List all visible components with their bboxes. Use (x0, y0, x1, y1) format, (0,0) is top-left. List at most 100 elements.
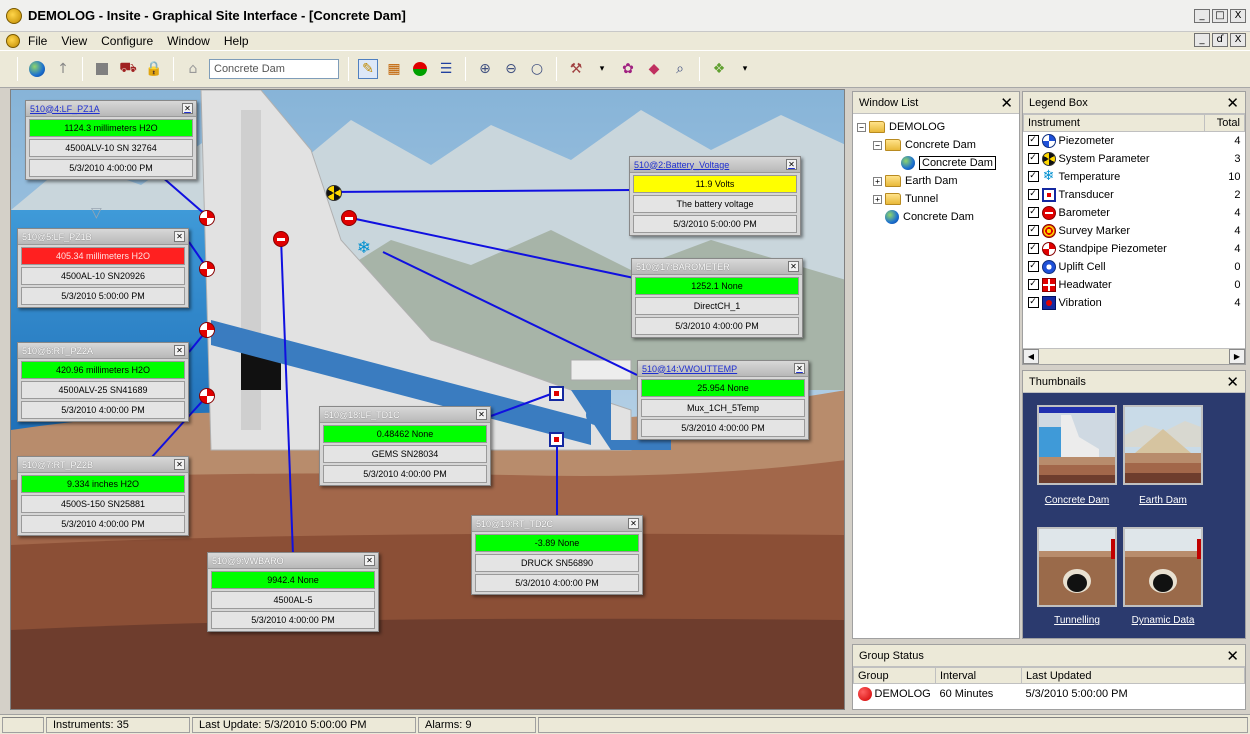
close-icon[interactable]: ✕ (628, 518, 639, 529)
legend-checkbox[interactable]: ✓ (1027, 225, 1039, 236)
close-icon[interactable]: ✕ (1226, 95, 1239, 110)
collapse-icon[interactable]: − (873, 140, 882, 150)
zoom-icon[interactable]: ○ (527, 59, 547, 79)
legend-checkbox[interactable]: ✓ (1027, 171, 1039, 182)
tree-item-concrete-dam-window[interactable]: Concrete Dam (857, 154, 1015, 172)
transducer-marker-td2c[interactable] (549, 432, 564, 447)
piezometer-marker-pz2a[interactable] (199, 322, 215, 338)
expand-icon[interactable]: + (873, 194, 882, 204)
lock-icon[interactable]: 🔒 (144, 59, 164, 79)
thumbnail-label-dynamic-data[interactable]: Dynamic Data (1115, 615, 1211, 626)
close-icon[interactable]: ✕ (1226, 648, 1239, 663)
legend-checkbox[interactable]: ✓ (1027, 297, 1039, 308)
zoom-out-icon[interactable]: ⊖ (501, 59, 521, 79)
document-icon[interactable] (6, 34, 20, 48)
instrument-panel-vwbaro[interactable]: 510@9:VWBARO ✕ 9942.4 None 4500AL-5 5/3/2… (207, 552, 379, 632)
thumbnail-label-concrete-dam[interactable]: Concrete Dam (1029, 495, 1125, 506)
close-icon[interactable]: ✕ (1226, 374, 1239, 389)
close-icon[interactable]: ✕ (174, 345, 185, 356)
instrument-panel-rt-pz2a[interactable]: 510@6:RT_PZ2A ✕ 420.96 millimeters H2O 45… (17, 342, 189, 422)
zoom-in-icon[interactable]: ⊕ (475, 59, 495, 79)
expand-icon[interactable]: + (873, 176, 882, 186)
thumbnail-dynamic-data[interactable] (1123, 527, 1203, 607)
stop-icon[interactable] (92, 59, 112, 79)
piezometer-marker-pz1a[interactable] (199, 210, 215, 226)
thumbnail-earth-dam[interactable] (1123, 405, 1203, 485)
traffic-light-icon[interactable]: ❖ (709, 59, 729, 79)
legend-checkbox[interactable]: ✓ (1027, 243, 1039, 254)
column-header-group[interactable]: Group (853, 667, 936, 684)
legend-checkbox[interactable]: ✓ (1027, 153, 1039, 164)
close-icon[interactable]: ✕ (476, 409, 487, 420)
close-icon[interactable]: ✕ (786, 159, 797, 170)
layout-icon[interactable]: ▦ (384, 59, 404, 79)
close-icon[interactable]: ✕ (1000, 95, 1013, 110)
instrument-panel-barometer[interactable]: 510@17:BAROMETER ✕ 1252.1 None DirectCH_1… (631, 258, 803, 338)
site-name-input[interactable]: Concrete Dam (209, 59, 339, 79)
instrument-panel-rt-pz2b[interactable]: 510@7:RT_PZ2B ✕ 9.334 inches H2O 4500S-15… (17, 456, 189, 536)
thumbnail-tunnelling[interactable] (1037, 527, 1117, 607)
collapse-icon[interactable]: − (857, 122, 866, 132)
menu-view[interactable]: View (61, 34, 87, 48)
instrument-panel-battery-voltage[interactable]: 510@2:Battery_Voltage ✕ 11.9 Volts The ba… (629, 156, 801, 236)
tree-item-concrete-dam-group[interactable]: − Concrete Dam (857, 136, 1015, 154)
thumbnail-concrete-dam[interactable] (1037, 405, 1117, 485)
close-icon[interactable]: ✕ (788, 261, 799, 272)
instrument-panel-lf-pz1b[interactable]: 510@5:LF_PZ1B ✕ 405.34 millimeters H2O 45… (17, 228, 189, 308)
search-icon[interactable]: ⌕ (670, 59, 690, 79)
instrument-panel-title[interactable]: 510@2:Battery_Voltage (634, 160, 729, 170)
instrument-panel-lf-td1c[interactable]: 510@18:LF_TD1C ✕ 0.48462 None GEMS SN2803… (319, 406, 491, 486)
mdi-minimize-button[interactable]: _ (1194, 33, 1210, 47)
mdi-close-button[interactable]: X (1230, 33, 1246, 47)
maximize-button[interactable]: □ (1212, 8, 1228, 23)
menu-help[interactable]: Help (224, 34, 249, 48)
dropdown-arrow-icon[interactable]: ▾ (592, 59, 612, 79)
close-icon[interactable]: ✕ (174, 459, 185, 470)
legend-checkbox[interactable]: ✓ (1027, 189, 1039, 200)
column-header-instrument[interactable]: Instrument (1023, 114, 1205, 132)
legend-checkbox[interactable]: ✓ (1027, 135, 1039, 147)
legend-checkbox[interactable]: ✓ (1027, 279, 1039, 290)
mdi-restore-button[interactable]: ɗ (1212, 33, 1228, 47)
temperature-marker[interactable]: ❄ (356, 240, 372, 257)
column-header-total[interactable]: Total (1204, 114, 1245, 132)
instrument-panel-rt-td2c[interactable]: 510@19:RT_TD2C ✕ -3.89 None DRUCK SN56890… (471, 515, 643, 595)
up-arrow-icon[interactable]: ↑ (53, 59, 73, 79)
column-header-interval[interactable]: Interval (935, 667, 1022, 684)
tree-item-tunnel[interactable]: + Tunnel (857, 190, 1015, 208)
scroll-right-icon[interactable]: ▶ (1229, 349, 1245, 364)
instrument-panel-title[interactable]: 510@14:VWOUTTEMP (642, 364, 737, 374)
transducer-marker-td1c[interactable] (549, 386, 564, 401)
thumbnail-label-tunnelling[interactable]: Tunnelling (1029, 615, 1125, 626)
legend-checkbox[interactable]: ✓ (1027, 207, 1039, 218)
globe-icon[interactable] (27, 59, 47, 79)
instrument-panel-title[interactable]: 510@4:LF_PZ1A (30, 104, 100, 114)
piezometer-marker-pz1b[interactable] (199, 261, 215, 277)
tree-item-concrete-dam-root[interactable]: Concrete Dam (857, 208, 1015, 226)
menu-window[interactable]: Window (167, 34, 210, 48)
alarm-icon[interactable] (410, 59, 430, 79)
close-icon[interactable]: ✕ (364, 555, 375, 566)
pointer-icon[interactable]: ✎ (358, 59, 378, 79)
tree-item-earth-dam[interactable]: + Earth Dam (857, 172, 1015, 190)
piezometer-marker-pz2b[interactable] (199, 388, 215, 404)
building-icon[interactable]: ⌂ (183, 59, 203, 79)
close-icon[interactable]: ✕ (182, 103, 193, 114)
site-diagram-canvas[interactable]: ❄ ▽ 510@4:LF_PZ1A ✕ 1124.3 millimeters H2… (10, 89, 845, 710)
close-icon[interactable]: ✕ (174, 231, 185, 242)
vehicle-icon[interactable]: ⛟ (118, 59, 138, 79)
table-row[interactable]: DEMOLOG 60 Minutes 5/3/2010 5:00:00 PM (854, 684, 1245, 704)
column-header-last-updated[interactable]: Last Updated (1021, 667, 1245, 684)
barometer-marker-vwbaro[interactable] (273, 231, 289, 247)
minimize-button[interactable]: _ (1194, 8, 1210, 23)
menu-file[interactable]: File (28, 34, 47, 48)
legend-horizontal-scrollbar[interactable]: ◀ ▶ (1023, 348, 1245, 364)
barometer-marker-17[interactable] (341, 210, 357, 226)
menu-configure[interactable]: Configure (101, 34, 153, 48)
tools-icon[interactable]: ⚒ (566, 59, 586, 79)
instrument-panel-lf-pz1a[interactable]: 510@4:LF_PZ1A ✕ 1124.3 millimeters H2O 45… (25, 100, 197, 180)
legend-checkbox[interactable]: ✓ (1027, 261, 1039, 272)
tree-item-demolog[interactable]: − DEMOLOG (857, 118, 1015, 136)
system-parameter-marker[interactable] (326, 185, 342, 201)
instrument-panel-vwouttemp[interactable]: 510@14:VWOUTTEMP ✕ 25.954 None Mux_1CH_5T… (637, 360, 809, 440)
